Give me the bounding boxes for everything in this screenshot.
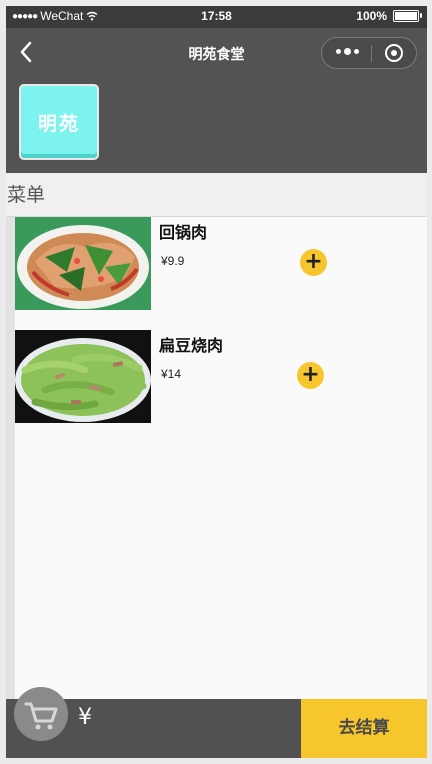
battery-icon (393, 10, 422, 22)
more-dots-icon[interactable] (336, 48, 359, 55)
battery-percent: 100% (356, 9, 387, 23)
list-item[interactable]: 扁豆烧肉 ¥14 + (15, 330, 427, 430)
shop-header: 明苑 (6, 76, 427, 173)
dish-image (15, 330, 151, 423)
dish-name: 扁豆烧肉 (159, 336, 224, 355)
status-right: 100% (356, 9, 422, 23)
status-bar: ●●●●● WeChat 17:58 100% (6, 6, 427, 28)
dish-price: ¥9.9 (161, 254, 185, 268)
phone-screen: ●●●●● WeChat 17:58 100% 明苑食堂 明苑 菜单 回锅肉 ¥… (6, 6, 427, 758)
cart-icon[interactable] (14, 687, 68, 741)
mini-program-capsule (321, 37, 417, 69)
dish-price: ¥14 (161, 367, 182, 381)
list-item[interactable]: 回锅肉 ¥9.9 + (15, 217, 427, 317)
menu-heading: 菜单 (6, 173, 427, 217)
category-strip (6, 217, 15, 699)
dish-image (15, 217, 151, 310)
add-to-cart-button[interactable]: + (297, 362, 324, 389)
cart-bar: ¥ 去结算 (6, 687, 427, 758)
capsule-divider (371, 45, 372, 62)
checkout-button[interactable]: 去结算 (301, 699, 427, 758)
navigation-bar: 明苑食堂 (6, 28, 427, 76)
close-target-icon[interactable] (385, 44, 403, 62)
cart-total: ¥ (78, 705, 92, 730)
shop-logo: 明苑 (19, 84, 99, 160)
menu-list: 回锅肉 ¥9.9 + 扁豆烧肉 ¥14 + (15, 217, 427, 699)
dish-name: 回锅肉 (159, 223, 208, 242)
add-to-cart-button[interactable]: + (300, 249, 327, 276)
